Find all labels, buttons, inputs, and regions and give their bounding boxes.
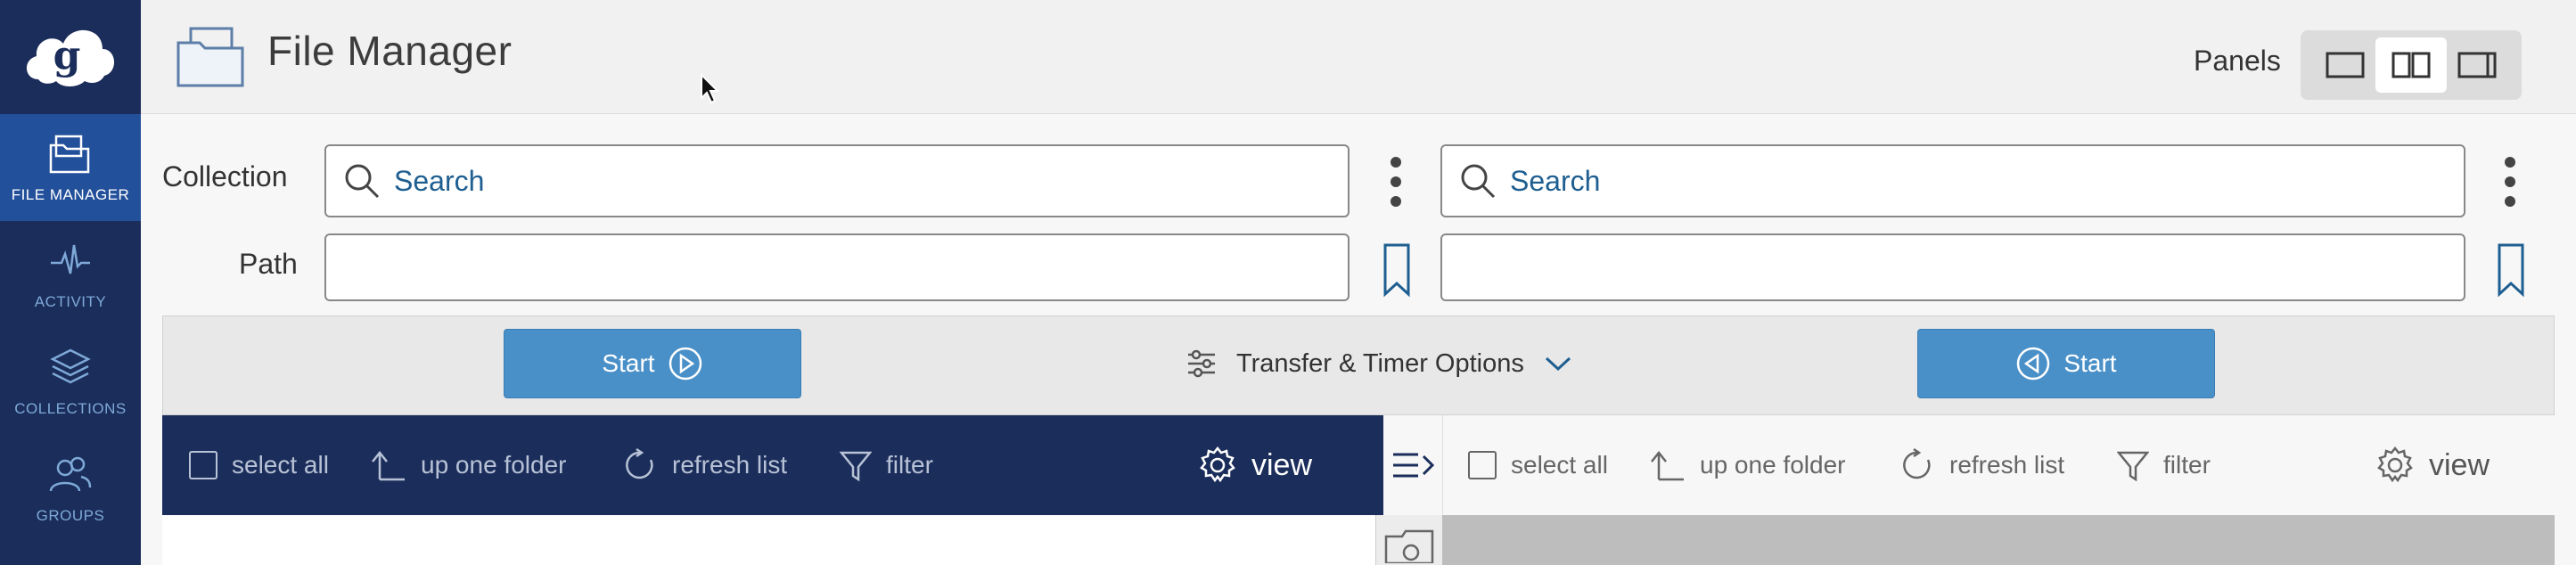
right-filter[interactable]: filter [2117,449,2211,481]
panel-toggle-button[interactable] [1383,415,1442,515]
mouse-cursor-icon [701,73,720,104]
select-all-label: select all [1511,451,1608,479]
left-file-list[interactable] [162,515,1376,565]
panels-label: Panels [2194,45,2281,77]
groups-icon [49,456,92,492]
view-label: view [2429,447,2490,482]
up-one-folder-label: up one folder [1700,451,1846,479]
double-panel-icon [2391,52,2431,78]
svg-text:g: g [53,33,81,78]
filter-label: filter [2163,451,2211,479]
up-one-folder-label: up one folder [421,451,567,479]
page-header: File Manager Panels [141,0,2576,114]
select-all-checkbox[interactable] [1468,451,1497,479]
start-transfer-right-button[interactable]: Start [1917,329,2215,398]
sidebar-item-label: COLLECTIONS [14,400,127,417]
chevron-down-icon [1545,356,1571,372]
gear-icon [1200,446,1235,483]
left-file-toolbar: select all up one folder refresh list fi… [162,415,1442,515]
search-placeholder: Search [394,164,485,197]
left-up-one-folder[interactable]: up one folder [371,449,566,481]
transfer-timer-options-toggle[interactable]: Transfer & Timer Options [1186,336,1572,391]
filter-icon [2117,451,2149,481]
folder-search-icon[interactable] [1384,528,1434,563]
page-title: File Manager [267,28,513,74]
refresh-list-label: refresh list [1949,451,2065,479]
left-select-all[interactable]: select all [189,451,329,479]
path-label: Path [239,248,298,280]
transfer-bar: Start Transfer & Timer Options Start [162,315,2555,415]
select-all-checkbox[interactable] [189,451,217,479]
single-panel-icon [2326,52,2365,78]
sidebar-item-label: FILE MANAGER [11,186,130,203]
start-label: Start [2063,349,2117,377]
left-filter[interactable]: filter [840,449,933,481]
menu-arrow-icon [1393,453,1434,478]
right-bookmark-icon[interactable] [2497,242,2525,298]
start-transfer-left-button[interactable]: Start [504,329,801,398]
panel-layout-switcher [2301,30,2522,100]
sidebar-item-file-manager[interactable]: FILE MANAGER [0,114,141,221]
refresh-list-label: refresh list [672,451,788,479]
refresh-icon [626,447,653,479]
start-label: Start [602,349,655,377]
search-placeholder: Search [1510,164,1601,197]
right-select-all[interactable]: select all [1468,451,1608,479]
right-collection-menu-button[interactable] [2501,157,2519,207]
globus-logo[interactable]: g [0,0,141,114]
right-view-menu[interactable]: view [2375,446,2490,485]
file-manager-main: Collection Search Search Path Start Tran… [141,114,2576,565]
right-file-toolbar: select all up one folder refresh list fi… [1442,415,2555,515]
left-path-input[interactable] [324,233,1350,301]
right-path-input[interactable] [1440,233,2465,301]
folder-icon [175,25,246,94]
right-panel-icon [2457,52,2497,78]
left-bookmark-icon[interactable] [1382,242,1411,298]
view-label: view [1251,447,1313,482]
right-refresh-list[interactable]: refresh list [1899,447,2064,483]
sidebar-item-activity[interactable]: ACTIVITY [0,221,141,328]
sidebar-item-groups[interactable]: GROUPS [0,435,141,542]
refresh-icon [1903,447,1931,479]
play-left-icon [2017,347,2050,381]
layers-icon [50,348,91,384]
left-refresh-list[interactable]: refresh list [622,447,787,483]
select-all-label: select all [232,451,329,479]
search-icon [345,164,380,199]
sidebar-item-label: GROUPS [36,507,105,524]
left-collection-search-input[interactable]: Search [324,144,1350,217]
single-panel-button[interactable] [2309,37,2381,93]
sidebar-item-collections[interactable]: COLLECTIONS [0,328,141,435]
search-icon [1461,164,1496,199]
right-collection-search-input[interactable]: Search [1440,144,2465,217]
play-right-icon [669,347,701,381]
sidebar-item-label: ACTIVITY [34,293,107,310]
up-folder-icon [372,450,405,481]
panel-side-strip [1376,515,1442,565]
left-view-menu[interactable]: view [1198,446,1312,485]
folder-icon [49,135,90,174]
activity-icon [51,244,90,274]
collection-label: Collection [162,160,288,192]
up-folder-icon [1651,450,1684,481]
filter-label: filter [886,451,933,479]
left-collection-menu-button[interactable] [1387,157,1405,207]
transfer-options-label: Transfer & Timer Options [1236,348,1524,378]
sidebar: g FILE MANAGER ACTIVITY COLLECTIONS GROU… [0,0,141,565]
right-up-one-folder[interactable]: up one folder [1650,449,1845,481]
filter-icon [840,451,872,481]
right-panel-button[interactable] [2441,37,2513,93]
sliders-icon [1188,349,1215,378]
gear-icon [2377,446,2413,483]
double-panel-button[interactable] [2375,37,2447,93]
right-file-list[interactable] [1442,515,2555,565]
